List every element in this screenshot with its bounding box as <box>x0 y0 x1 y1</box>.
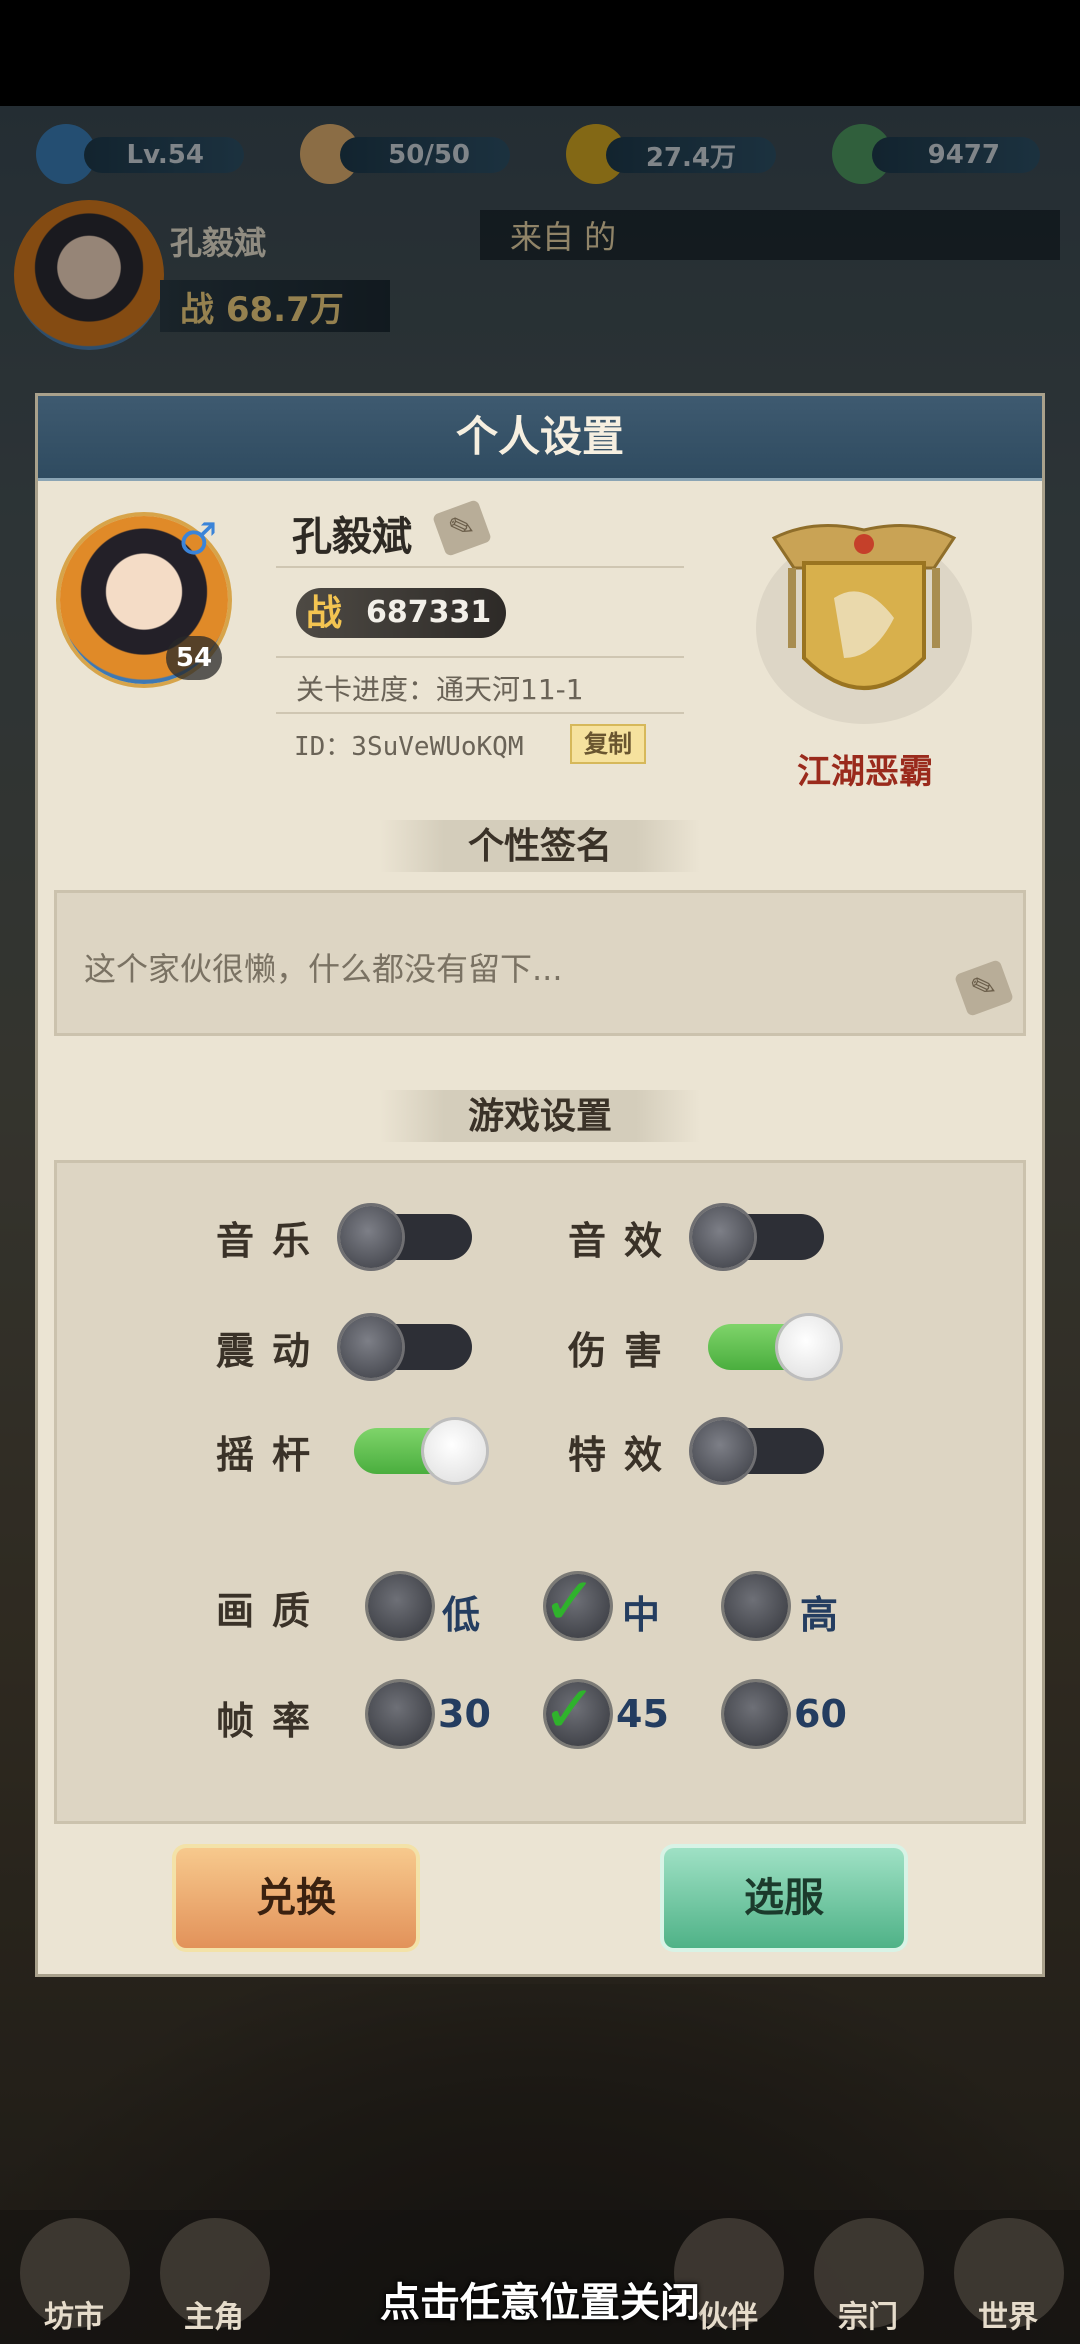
divider <box>276 566 684 568</box>
stage-progress: 关卡进度：通天河11-1 <box>296 673 584 706</box>
framerate-60-radio[interactable] <box>724 1682 788 1746</box>
player-id: ID：3SuVeWUoKQM <box>294 732 524 762</box>
music-label: 音乐 <box>216 1218 329 1263</box>
quality-medium-label: 中 <box>622 1593 661 1637</box>
signature-section-title: 个性签名 <box>380 820 700 872</box>
player-name: 孔毅斌 <box>292 513 412 560</box>
quality-high-radio[interactable] <box>724 1574 788 1638</box>
copy-id-button[interactable]: 复制 <box>570 724 646 764</box>
framerate-label: 帧率 <box>216 1698 329 1743</box>
level-badge: 54 <box>166 636 222 680</box>
quality-high-label: 高 <box>800 1593 839 1637</box>
panel-title: 个人设置 <box>455 412 624 461</box>
close-hint: 点击任意位置关闭 <box>380 2280 700 2326</box>
rank-emblem-icon <box>756 524 972 724</box>
divider <box>276 656 684 658</box>
game-settings-section-title: 游戏设置 <box>380 1090 700 1142</box>
male-gender-icon: ♂ <box>178 514 218 565</box>
damage-label: 伤害 <box>568 1328 681 1373</box>
special-effects-toggle[interactable] <box>692 1420 824 1482</box>
signature-text: 这个家伙很懒，什么都没有留下... <box>84 950 563 988</box>
framerate-30-radio[interactable] <box>368 1682 432 1746</box>
divider <box>276 712 684 714</box>
quality-low-label: 低 <box>442 1593 481 1637</box>
sound-effect-label: 音效 <box>568 1218 681 1263</box>
joystick-toggle[interactable] <box>354 1420 486 1482</box>
panel-header: 个人设置 <box>38 396 1042 481</box>
check-icon: ✓ <box>542 1563 598 1640</box>
quality-low-radio[interactable] <box>368 1574 432 1638</box>
special-effects-label: 特效 <box>568 1432 681 1477</box>
music-toggle[interactable] <box>340 1206 472 1268</box>
framerate-60-label: 60 <box>794 1692 847 1736</box>
joystick-label: 摇杆 <box>216 1432 329 1477</box>
vibration-label: 震动 <box>216 1328 329 1373</box>
damage-toggle[interactable] <box>708 1316 840 1378</box>
vibration-toggle[interactable] <box>340 1316 472 1378</box>
status-bar <box>0 0 1080 106</box>
quality-label: 画质 <box>216 1588 329 1633</box>
framerate-45-label: 45 <box>616 1692 669 1736</box>
framerate-30-label: 30 <box>438 1692 491 1736</box>
sound-effect-toggle[interactable] <box>692 1206 824 1268</box>
select-server-button[interactable]: 选服 <box>664 1848 904 1948</box>
rank-title: 江湖恶霸 <box>797 752 933 792</box>
power-label: 战 <box>306 592 343 634</box>
game-settings-box <box>54 1160 1026 1824</box>
exchange-button[interactable]: 兑换 <box>176 1848 416 1948</box>
check-icon: ✓ <box>542 1671 598 1748</box>
power-value: 687331 <box>366 595 492 630</box>
